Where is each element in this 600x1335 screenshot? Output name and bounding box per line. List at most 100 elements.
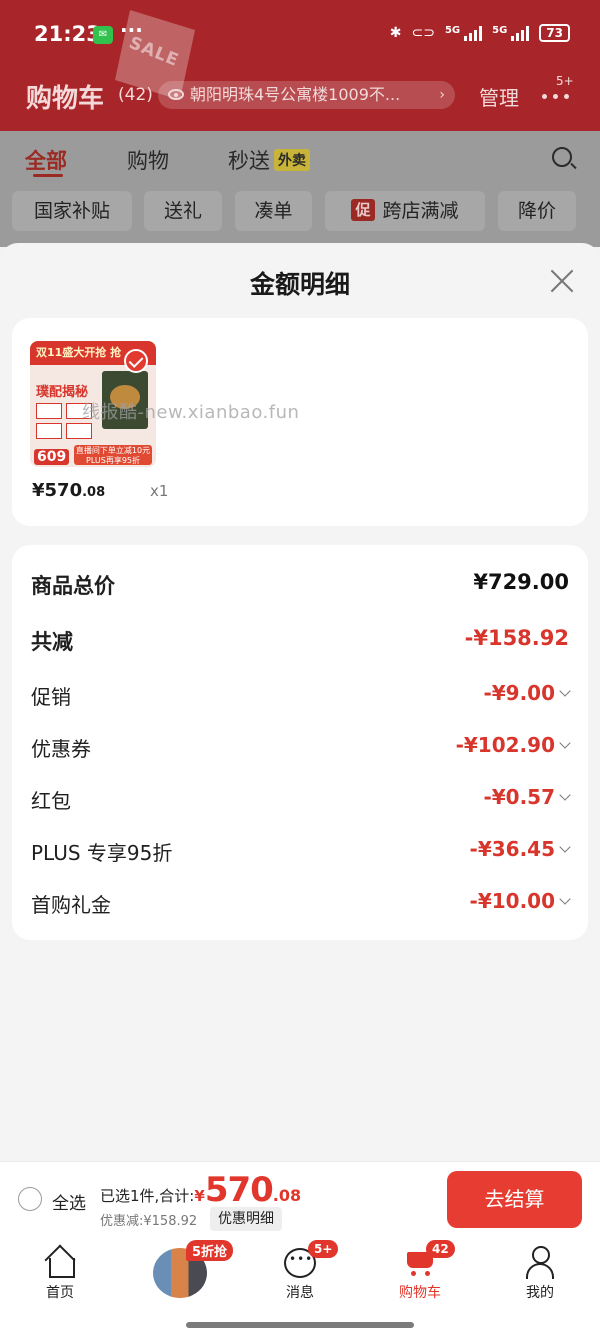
nav-me-label: 我的 <box>526 1285 554 1301</box>
nav-messages[interactable]: 5+ 消息 <box>240 1236 360 1306</box>
row-value: -¥0.57 <box>483 785 555 809</box>
row-coupon[interactable]: 优惠券 -¥102.90 <box>31 733 571 767</box>
home-indicator[interactable] <box>186 1322 414 1328</box>
cart-tabs: 全部 购物 秒送 外卖 <box>0 131 600 187</box>
price-breakdown-card: 商品总价 ¥729.00 共减 -¥158.92 促销 -¥9.00 优惠券 -… <box>12 545 588 940</box>
row-label: 促销 <box>31 685 71 709</box>
status-time: 21:23 <box>34 22 101 46</box>
checkout-bar: 全选 已选1件,合计:¥570.08 优惠减:¥158.92 优惠明细 去结算 <box>0 1161 600 1236</box>
tab-shopping[interactable]: 购物 <box>127 145 169 175</box>
address-selector[interactable]: 朝阳明珠4号公寓楼1009不... › <box>158 81 455 109</box>
messages-badge: 5+ <box>308 1240 339 1258</box>
row-promotion[interactable]: 促销 -¥9.00 <box>31 681 571 715</box>
takeout-tag: 外卖 <box>274 149 310 171</box>
row-label: PLUS 专享95折 <box>31 841 173 865</box>
watermark: 线报酷-new.xianbao.fun <box>82 402 300 423</box>
chevron-down-icon <box>559 685 571 697</box>
page-title: 购物车 <box>26 84 105 114</box>
discount-detail-button[interactable]: 优惠明细 <box>210 1207 282 1231</box>
bottom-navigation: 首页 5折抢 5+ 消息 42 购物车 我的 <box>0 1236 600 1335</box>
row-value: -¥10.00 <box>469 889 555 913</box>
nav-promo[interactable]: 5折抢 <box>120 1236 240 1306</box>
product-image-price: 609 <box>34 449 70 465</box>
tab-all[interactable]: 全部 <box>25 145 67 175</box>
promo-badge: 促 <box>351 199 375 221</box>
select-all-label[interactable]: 全选 <box>52 1189 86 1214</box>
checkout-button[interactable]: 去结算 <box>447 1171 582 1228</box>
filter-chip-price-drop[interactable]: 降价 <box>498 191 576 231</box>
amount-detail-sheet: 金额明细 双11盛大开抢 抢 璞配揭秘 609 直播间下单立减10元 PLUS再… <box>0 243 600 1161</box>
filter-chip-cross-store[interactable]: 促跨店满减 <box>325 191 485 231</box>
nav-home[interactable]: 首页 <box>0 1236 120 1306</box>
nav-cart-label: 购物车 <box>399 1285 441 1301</box>
row-value: -¥102.90 <box>455 733 555 757</box>
product-image-banner: 直播间下单立减10元 PLUS再享95折 <box>74 445 152 465</box>
select-all-checkbox[interactable] <box>18 1187 42 1211</box>
selected-check-icon[interactable] <box>124 349 148 373</box>
tab-instant-delivery-label: 秒送 <box>228 149 270 173</box>
row-subtotal: 商品总价 ¥729.00 <box>31 570 569 604</box>
row-total-discount: 共减 -¥158.92 <box>31 626 569 660</box>
status-more: ··· <box>120 18 143 42</box>
row-value: ¥729.00 <box>473 570 569 594</box>
nav-messages-label: 消息 <box>286 1285 314 1301</box>
signal-icon-2: 5G <box>492 25 530 41</box>
row-label: 优惠券 <box>31 737 91 761</box>
link-icon: ⊂⊃ <box>411 25 435 41</box>
row-plus-discount[interactable]: PLUS 专享95折 -¥36.45 <box>31 837 571 871</box>
battery-icon: 73 <box>539 24 570 42</box>
cart-badge: 42 <box>426 1240 455 1258</box>
product-image-banner-line1: 直播间下单立减10元 <box>75 446 151 455</box>
address-text: 朝阳明珠4号公寓楼1009不... <box>190 85 401 104</box>
status-icons: ✱ ⊂⊃ 5G 5G 73 <box>390 24 570 42</box>
signal-icon-1: 5G <box>445 25 483 41</box>
total-currency: ¥ <box>194 1187 205 1205</box>
row-value: -¥158.92 <box>464 626 569 650</box>
row-label: 共减 <box>31 630 73 654</box>
product-image-banner-line2: PLUS再享95折 <box>86 456 140 465</box>
product-quantity: x1 <box>150 482 169 500</box>
sheet-title: 金额明细 <box>249 270 350 299</box>
product-price-int: ¥570 <box>32 480 83 501</box>
product-price-dec: .08 <box>82 485 106 500</box>
cart-header: 购物车 (42) 朝阳明珠4号公寓楼1009不... › 管理 <box>0 76 600 116</box>
row-value: -¥9.00 <box>483 681 555 705</box>
home-icon <box>44 1248 76 1278</box>
manage-button[interactable]: 管理 <box>479 82 519 111</box>
filter-chip-cross-store-label: 跨店满减 <box>382 200 459 222</box>
close-icon[interactable] <box>549 268 575 294</box>
eye-icon <box>168 89 184 100</box>
row-label: 商品总价 <box>31 574 115 598</box>
row-value: -¥36.45 <box>469 837 555 861</box>
more-badge: 5+ <box>556 74 574 88</box>
product-price: ¥570.08 <box>32 480 105 501</box>
row-label: 红包 <box>31 789 71 813</box>
selected-summary: 已选1件,合计: <box>100 1187 195 1205</box>
search-icon[interactable] <box>552 147 572 167</box>
filter-chip-subsidy[interactable]: 国家补贴 <box>12 191 132 231</box>
row-red-packet[interactable]: 红包 -¥0.57 <box>31 785 571 819</box>
cart-count: (42) <box>118 85 153 105</box>
tab-instant-delivery[interactable]: 秒送 外卖 <box>228 145 310 175</box>
total-line: 已选1件,合计:¥570.08 <box>100 1170 301 1210</box>
more-dots-icon[interactable] <box>540 84 576 112</box>
chevron-down-icon <box>559 841 571 853</box>
promo-badge: 5折抢 <box>186 1240 234 1261</box>
user-icon <box>525 1246 555 1279</box>
bluetooth-icon: ✱ <box>389 25 402 41</box>
chevron-down-icon <box>559 789 571 801</box>
row-first-purchase-gift[interactable]: 首购礼金 -¥10.00 <box>31 889 571 923</box>
status-bar: 21:23 ✉ ··· ✱ ⊂⊃ 5G 5G 73 <box>0 0 600 70</box>
chevron-down-icon <box>559 737 571 749</box>
filter-chip-gift[interactable]: 送礼 <box>144 191 222 231</box>
filter-chip-bundle[interactable]: 凑单 <box>235 191 312 231</box>
nav-me[interactable]: 我的 <box>480 1236 600 1306</box>
total-amount-int: 570 <box>204 1170 274 1210</box>
discount-summary: 优惠减:¥158.92 <box>100 1214 198 1229</box>
filter-chips: 国家补贴 送礼 凑单 促跨店满减 降价 <box>0 187 600 247</box>
nav-cart[interactable]: 42 购物车 <box>360 1236 480 1306</box>
total-amount-dec: .08 <box>272 1186 302 1205</box>
wechat-icon: ✉ <box>93 26 113 44</box>
chevron-right-icon: › <box>439 87 445 103</box>
chevron-down-icon <box>559 893 571 905</box>
